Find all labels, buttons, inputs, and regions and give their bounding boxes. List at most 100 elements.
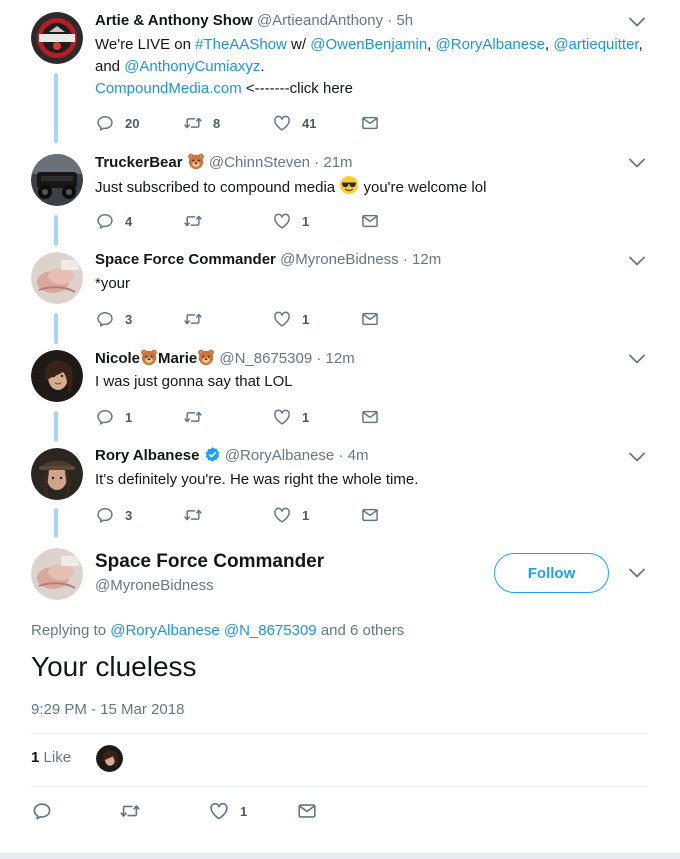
display-name[interactable]: Rory Albanese <box>95 447 199 464</box>
user-handle[interactable]: @RoryAlbanese <box>225 447 334 464</box>
tweet-header: Space Force Commander @MyroneBidness · 1… <box>95 250 441 270</box>
url-link[interactable]: CompoundMedia.com <box>95 80 242 97</box>
display-name[interactable]: Space Force Commander <box>95 251 276 268</box>
dm-button[interactable] <box>360 113 380 133</box>
retweet-button[interactable] <box>119 801 141 821</box>
thread-tweet[interactable]: Artie & Anthony Show @ArtieandAnthony · … <box>0 11 680 141</box>
likes-stat[interactable]: 1 Like <box>31 749 71 766</box>
user-handle[interactable]: @MyroneBidness <box>95 577 214 594</box>
retweet-icon <box>183 113 203 133</box>
thread-tweet[interactable]: Space Force Commander @MyroneBidness · 1… <box>0 250 680 334</box>
thread-tweet[interactable]: Nicole Marie @N_8675309 · 12m I was just … <box>0 348 680 432</box>
tweet-time[interactable]: 21m <box>323 154 352 171</box>
tweet-time[interactable]: 12m <box>412 251 441 268</box>
chevron-down-icon[interactable] <box>628 566 646 580</box>
avatar[interactable] <box>31 12 83 64</box>
user-handle[interactable]: @MyroneBidness <box>280 251 399 268</box>
dm-button[interactable] <box>360 309 380 329</box>
chevron-down-icon[interactable] <box>628 156 646 170</box>
tweet-time[interactable]: 12m <box>326 350 355 367</box>
tweet-time[interactable]: 5h <box>396 12 413 29</box>
retweet-button[interactable] <box>183 211 213 231</box>
liker-avatar[interactable] <box>96 745 123 772</box>
dm-icon <box>360 407 380 427</box>
like-icon <box>272 211 292 231</box>
divider <box>31 733 648 734</box>
like-button[interactable]: 1 <box>272 211 309 231</box>
retweet-button[interactable]: 8 <box>183 113 220 133</box>
dm-icon <box>360 309 380 329</box>
text-segment: <-------click here <box>241 80 353 97</box>
text-segment: w/ <box>286 36 311 53</box>
text-segment: Just subscribed to compound media <box>95 179 340 196</box>
mention-link[interactable]: @artiequitter <box>553 36 638 53</box>
tweet-header: Nicole Marie @N_8675309 · 12m <box>95 348 355 369</box>
thread-tweet[interactable]: Rory Albanese @RoryAlbanese · 4m It's de… <box>0 446 680 530</box>
retweet-button[interactable] <box>183 407 213 427</box>
bear-emoji <box>140 348 158 366</box>
separator: · <box>383 12 397 29</box>
reply-count: 3 <box>125 507 133 523</box>
tweet-text: I was just gonna say that LOL <box>95 373 293 390</box>
separator: · <box>334 447 348 464</box>
reply-button[interactable] <box>31 801 53 821</box>
like-button[interactable]: 41 <box>272 113 316 133</box>
mention-link[interactable]: @N_8675309 <box>224 622 317 639</box>
like-icon <box>272 505 292 525</box>
mention-link[interactable]: @OwenBenjamin <box>310 36 427 53</box>
reply-button[interactable]: 4 <box>95 211 132 231</box>
dm-button[interactable] <box>360 505 380 525</box>
display-name[interactable]: Space Force Commander <box>95 551 324 573</box>
sunglasses-emoji <box>339 175 359 195</box>
user-handle[interactable]: @N_8675309 <box>219 350 312 367</box>
like-button[interactable]: 1 <box>272 505 309 525</box>
like-button[interactable]: 1 <box>208 801 247 821</box>
tweet-text: *your <box>95 275 131 292</box>
avatar[interactable] <box>31 350 83 402</box>
hashtag-link[interactable]: #TheAAShow <box>195 36 287 53</box>
retweet-icon <box>183 407 203 427</box>
chevron-down-icon[interactable] <box>628 352 646 366</box>
retweet-button[interactable] <box>183 309 213 329</box>
chevron-down-icon[interactable] <box>628 254 646 268</box>
retweet-icon <box>183 309 203 329</box>
reply-button[interactable]: 3 <box>95 309 132 329</box>
display-name[interactable]: TruckerBear <box>95 154 183 171</box>
text-segment: and <box>95 58 125 75</box>
avatar[interactable] <box>31 548 83 600</box>
avatar[interactable] <box>31 448 83 500</box>
retweet-button[interactable] <box>183 505 213 525</box>
like-icon <box>272 113 292 133</box>
chevron-down-icon[interactable] <box>628 15 646 29</box>
dm-button[interactable] <box>296 801 318 821</box>
dm-button[interactable] <box>360 407 380 427</box>
thread-tweet[interactable]: TruckerBear @ChinnSteven · 21m Just subs… <box>0 152 680 236</box>
replying-to: Replying to @RoryAlbanese @N_8675309 and… <box>31 622 404 639</box>
likes-label: Like <box>43 749 72 766</box>
dm-button[interactable] <box>360 211 380 231</box>
reply-button[interactable]: 3 <box>95 505 132 525</box>
like-button[interactable]: 1 <box>272 309 309 329</box>
reply-button[interactable]: 20 <box>95 113 139 133</box>
tweet-actions: 20 8 41 <box>95 113 395 133</box>
display-name[interactable]: Marie <box>158 350 197 367</box>
user-handle[interactable]: @ArtieandAnthony <box>257 12 383 29</box>
tweet-time[interactable]: 4m <box>348 447 369 464</box>
display-name[interactable]: Artie & Anthony Show <box>95 12 253 29</box>
mention-link[interactable]: @RoryAlbanese <box>110 622 219 639</box>
mention-link[interactable]: @RoryAlbanese <box>436 36 545 53</box>
reply-button[interactable]: 1 <box>95 407 132 427</box>
tweet-timestamp[interactable]: 9:29 PM - 15 Mar 2018 <box>31 701 184 718</box>
follow-button[interactable]: Follow <box>494 553 609 593</box>
like-button[interactable]: 1 <box>272 407 309 427</box>
avatar[interactable] <box>31 252 83 304</box>
mention-link[interactable]: @AnthonyCumiaxyz <box>124 58 260 75</box>
display-name[interactable]: Nicole <box>95 350 140 367</box>
chevron-down-icon[interactable] <box>628 450 646 464</box>
others-link[interactable]: and 6 others <box>317 622 404 639</box>
avatar[interactable] <box>31 154 83 206</box>
user-handle[interactable]: @ChinnSteven <box>209 154 310 171</box>
like-count: 1 <box>302 409 310 425</box>
reply-icon <box>95 309 115 329</box>
tweet-text: Just subscribed to compound media you're… <box>95 175 655 199</box>
